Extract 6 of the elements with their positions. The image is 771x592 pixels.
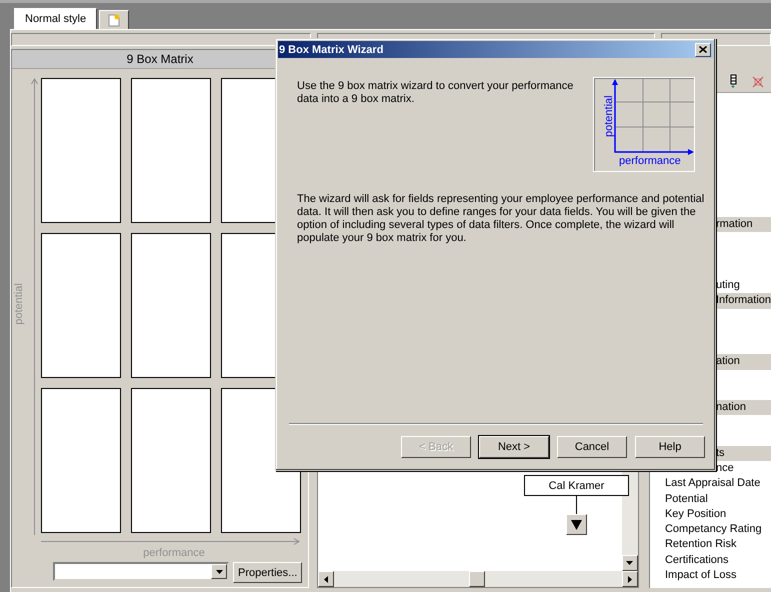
intro-text: Use the 9 box matrix wizard to convert your performance data into a 9 box matrix.	[297, 80, 574, 107]
axis-label: potential	[603, 95, 615, 137]
description-text: The wizard will ask for fields representing your employee performance and potential data. It will then ask you to define ranges for your data fields. You will be given the option of including several types of data filters. Once complete, the wizard will populate your 9 box matrix for you.	[297, 193, 706, 245]
axis-label: potential	[12, 283, 25, 325]
axis-label: performance	[143, 547, 205, 559]
axis-label: performance	[619, 155, 681, 167]
